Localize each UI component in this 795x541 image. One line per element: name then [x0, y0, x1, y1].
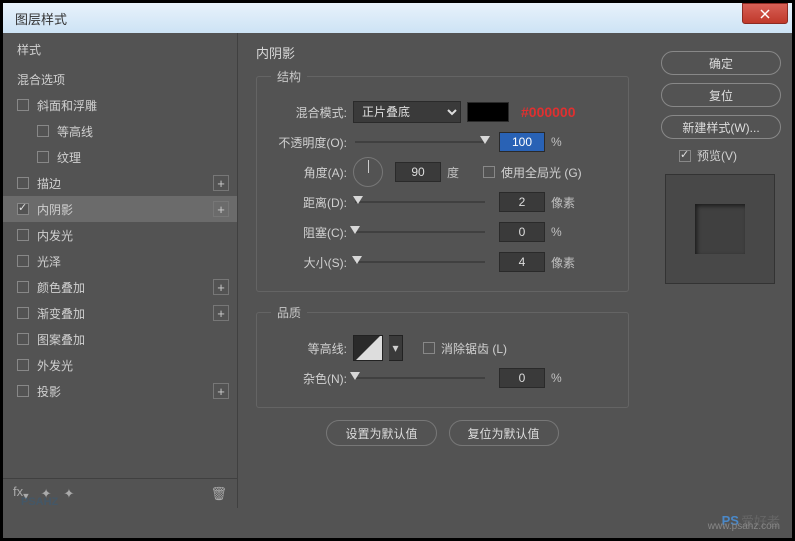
preview-swatch [695, 204, 745, 254]
opacity-slider[interactable] [355, 141, 485, 143]
effect-label: 斜面和浮雕 [37, 97, 229, 114]
angle-label: 角度(A): [271, 164, 347, 181]
effect-row[interactable]: 外发光 [3, 352, 237, 378]
effect-label: 外发光 [37, 357, 229, 374]
effect-row[interactable]: 图案叠加 [3, 326, 237, 352]
noise-input[interactable] [499, 368, 545, 388]
opacity-input[interactable] [499, 132, 545, 152]
size-label: 大小(S): [271, 254, 347, 271]
effect-row[interactable]: 斜面和浮雕 [3, 92, 237, 118]
effect-checkbox[interactable] [17, 281, 29, 293]
add-instance-icon[interactable]: + [213, 175, 229, 191]
effect-checkbox[interactable] [37, 125, 49, 137]
trash-icon[interactable]: 🗑 [210, 486, 227, 502]
effect-checkbox[interactable] [17, 203, 29, 215]
blend-mode-select[interactable]: 正片叠底 [353, 101, 461, 123]
blend-mode-label: 混合模式: [271, 104, 347, 121]
contour-picker[interactable] [353, 335, 383, 361]
noise-label: 杂色(N): [271, 370, 347, 387]
effect-row[interactable]: 投影+ [3, 378, 237, 404]
effect-row[interactable]: 光泽 [3, 248, 237, 274]
effect-label: 描边 [37, 175, 213, 192]
settings-panel: 内阴影 结构 混合模式: 正片叠底 #000000 不透明度(O): % 角度(… [238, 33, 647, 508]
close-button[interactable] [742, 3, 788, 24]
effect-label: 投影 [37, 383, 213, 400]
global-light-checkbox[interactable] [483, 166, 495, 178]
contour-dropdown[interactable]: ▾ [389, 335, 403, 361]
effect-checkbox[interactable] [17, 307, 29, 319]
watermark-left: PSAHZ [21, 496, 58, 508]
angle-input[interactable] [395, 162, 441, 182]
add-instance-icon[interactable]: + [213, 305, 229, 321]
effect-checkbox[interactable] [17, 333, 29, 345]
effect-checkbox[interactable] [17, 255, 29, 267]
size-slider[interactable] [355, 261, 485, 263]
effect-checkbox[interactable] [17, 385, 29, 397]
anti-alias-label: 消除锯齿 (L) [441, 340, 507, 357]
reset-default-button[interactable]: 复位为默认值 [449, 420, 559, 446]
window-title: 图层样式 [15, 9, 742, 28]
add-instance-icon[interactable]: + [213, 201, 229, 217]
color-hex: #000000 [521, 104, 576, 120]
effect-row[interactable]: 等高线 [3, 118, 237, 144]
effect-checkbox[interactable] [17, 359, 29, 371]
effect-row[interactable]: 内发光 [3, 222, 237, 248]
choke-input[interactable] [499, 222, 545, 242]
effect-label: 纹理 [57, 149, 229, 166]
angle-dial[interactable] [353, 157, 383, 187]
structure-group: 结构 混合模式: 正片叠底 #000000 不透明度(O): % 角度(A): [256, 68, 629, 292]
panel-title: 内阴影 [256, 43, 629, 62]
choke-slider[interactable] [355, 231, 485, 233]
close-icon [760, 9, 770, 19]
effect-label: 等高线 [57, 123, 229, 140]
add-instance-icon[interactable]: + [213, 383, 229, 399]
button-panel: 确定 复位 新建样式(W)... 预览(V) [647, 33, 792, 508]
styles-sidebar: 样式 混合选项 斜面和浮雕等高线纹理描边+内阴影+内发光光泽颜色叠加+渐变叠加+… [3, 33, 238, 508]
noise-slider[interactable] [355, 377, 485, 379]
move-down-icon[interactable]: ✦ [63, 486, 74, 502]
color-swatch[interactable] [467, 102, 509, 122]
add-instance-icon[interactable]: + [213, 279, 229, 295]
contour-label: 等高线: [271, 340, 347, 357]
effect-row[interactable]: 颜色叠加+ [3, 274, 237, 300]
distance-label: 距离(D): [271, 194, 347, 211]
watermark: PS爱好者 www.psahz.com [722, 511, 780, 530]
effect-checkbox[interactable] [17, 99, 29, 111]
effect-row[interactable]: 内阴影+ [3, 196, 237, 222]
ok-button[interactable]: 确定 [661, 51, 781, 75]
titlebar: 图层样式 [3, 3, 792, 33]
distance-slider[interactable] [355, 201, 485, 203]
new-style-button[interactable]: 新建样式(W)... [661, 115, 781, 139]
effect-checkbox[interactable] [37, 151, 49, 163]
preview-box [665, 174, 775, 284]
effect-label: 内阴影 [37, 201, 213, 218]
effect-row[interactable]: 描边+ [3, 170, 237, 196]
effect-label: 渐变叠加 [37, 305, 213, 322]
effect-checkbox[interactable] [17, 177, 29, 189]
effect-label: 颜色叠加 [37, 279, 213, 296]
preview-checkbox[interactable] [679, 150, 691, 162]
anti-alias-checkbox[interactable] [423, 342, 435, 354]
distance-input[interactable] [499, 192, 545, 212]
sidebar-header[interactable]: 样式 [3, 33, 237, 66]
effect-checkbox[interactable] [17, 229, 29, 241]
effect-label: 图案叠加 [37, 331, 229, 348]
effect-label: 光泽 [37, 253, 229, 270]
cancel-button[interactable]: 复位 [661, 83, 781, 107]
quality-group: 品质 等高线: ▾ 消除锯齿 (L) 杂色(N): % [256, 304, 629, 408]
effect-label: 内发光 [37, 227, 229, 244]
choke-label: 阻塞(C): [271, 224, 347, 241]
chevron-down-icon: ▾ [392, 341, 398, 355]
opacity-label: 不透明度(O): [271, 134, 347, 151]
size-input[interactable] [499, 252, 545, 272]
effect-row[interactable]: 渐变叠加+ [3, 300, 237, 326]
blending-options-row[interactable]: 混合选项 [3, 66, 237, 92]
preview-label: 预览(V) [697, 147, 737, 164]
make-default-button[interactable]: 设置为默认值 [326, 420, 436, 446]
global-light-label: 使用全局光 (G) [501, 164, 582, 181]
effect-row[interactable]: 纹理 [3, 144, 237, 170]
